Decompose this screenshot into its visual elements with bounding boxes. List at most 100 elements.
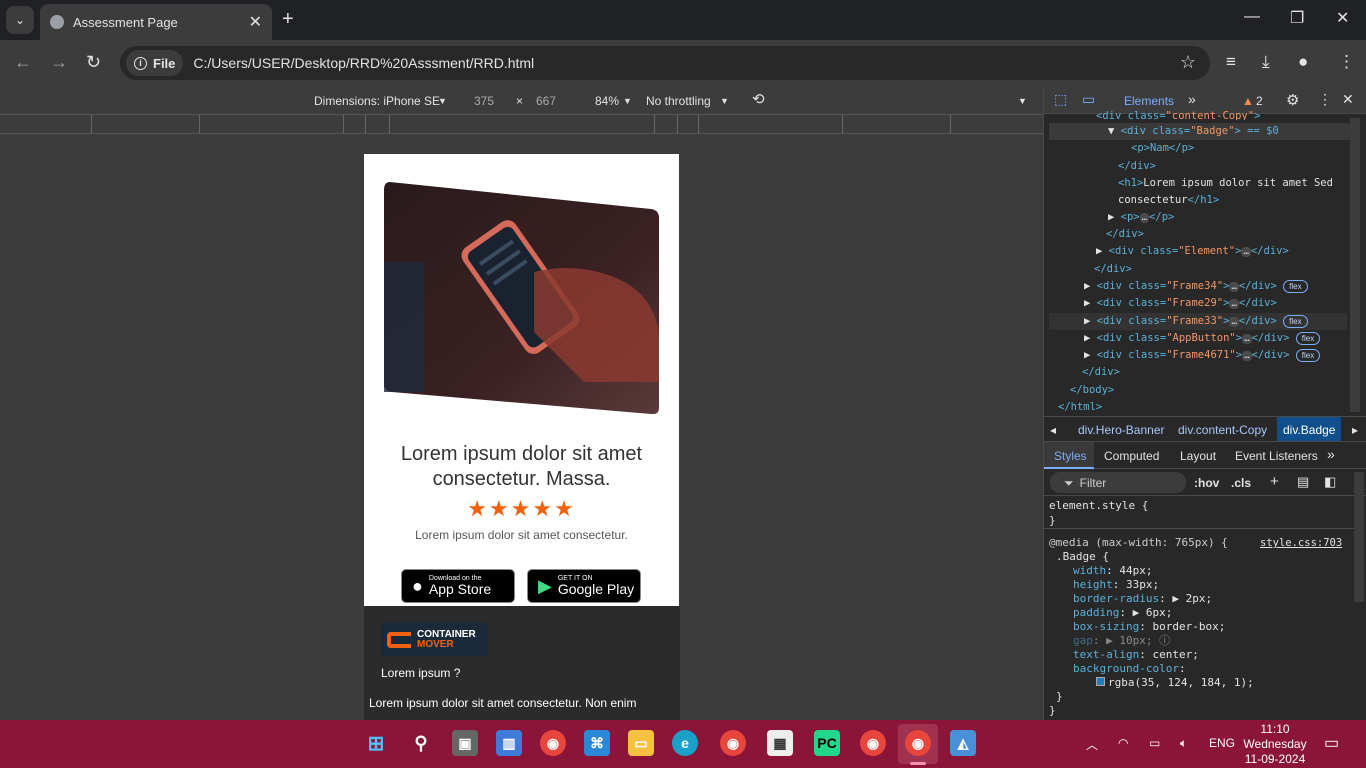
dom-line[interactable]: consectetur</h1> <box>1118 192 1219 209</box>
dom-line-frame34[interactable]: ▶ <div class="Frame34">… </div> flex <box>1084 278 1308 295</box>
minimize-button[interactable]: — <box>1244 8 1260 26</box>
hov-toggle[interactable]: :hov <box>1194 476 1219 490</box>
chrome-icon[interactable]: ◉ <box>540 730 566 756</box>
flex-badge[interactable]: flex <box>1295 349 1321 362</box>
new-rule-icon[interactable]: + <box>1270 473 1279 490</box>
volume-icon[interactable]: 🔈︎ <box>1180 736 1187 751</box>
width-input[interactable]: 375 <box>474 94 494 108</box>
start-windows-icon[interactable]: ⊞ <box>363 730 389 756</box>
chrome-profile-icon[interactable]: ◉ <box>720 730 746 756</box>
dom-line-frame29[interactable]: ▶ <div class="Frame29">… </div> <box>1084 295 1277 312</box>
browser-tab[interactable]: Assessment Page ✕ <box>40 4 272 40</box>
dom-line-appbutton[interactable]: ▶ <div class="AppButton">… </div> flex <box>1084 330 1321 347</box>
dom-line[interactable]: </div> <box>1106 226 1144 243</box>
chrome-profile2-icon[interactable]: ◉ <box>860 730 886 756</box>
dom-line-frame33[interactable]: ▶ <div class="Frame33">… </div> flex <box>1084 313 1308 330</box>
dimensions-dropdown-icon[interactable]: ▼ <box>438 96 447 106</box>
rotate-icon[interactable]: ⟲ <box>752 90 765 108</box>
dom-line[interactable]: </div> <box>1094 261 1132 278</box>
menu-kebab-icon[interactable]: ⋮ <box>1338 52 1355 72</box>
paint-icon[interactable]: ▤ <box>1297 474 1309 490</box>
inspect-element-icon[interactable]: ⬚ <box>1054 91 1067 108</box>
tab-styles[interactable]: Styles <box>1054 449 1087 463</box>
dom-line[interactable]: <h1>Lorem ipsum dolor sit amet Sed <box>1118 175 1333 192</box>
pycharm-icon[interactable]: PC <box>814 730 840 756</box>
profile-icon[interactable]: ● <box>1298 52 1308 72</box>
flex-badge[interactable]: flex <box>1295 332 1321 345</box>
more-style-tabs-icon[interactable]: » <box>1327 446 1335 462</box>
search-icon[interactable]: ⚲ <box>408 730 434 756</box>
close-tab-icon[interactable]: ✕ <box>249 12 262 32</box>
tab-elements[interactable]: Elements <box>1124 94 1174 108</box>
breadcrumb-item[interactable]: div.content-Copy <box>1178 423 1267 437</box>
source-link[interactable]: style.css:703 <box>1260 536 1342 550</box>
devtools-menu-icon[interactable]: ⋮ <box>1318 91 1332 108</box>
widgets-icon[interactable]: ▥ <box>496 730 522 756</box>
badge-selector[interactable]: .Badge { <box>1056 550 1109 564</box>
flex-badge[interactable]: flex <box>1283 315 1308 328</box>
site-info-chip[interactable]: i File <box>126 50 184 76</box>
google-play-button[interactable]: ▶ GET IT ON Google Play <box>527 569 641 603</box>
dimensions-select[interactable]: Dimensions: iPhone SE <box>314 94 440 108</box>
dom-line[interactable]: </html> <box>1058 399 1102 416</box>
back-icon[interactable]: ← <box>14 52 32 73</box>
app-store-button[interactable]: ● Download on the App Store <box>401 569 515 603</box>
throttling-dropdown-icon[interactable]: ▼ <box>720 96 729 106</box>
media-controls-icon[interactable]: ≡ <box>1226 52 1236 72</box>
tab-search-button[interactable]: ⌄ <box>6 6 34 34</box>
color-swatch[interactable] <box>1096 677 1105 686</box>
styles-scrollbar[interactable] <box>1354 472 1364 602</box>
address-bar[interactable]: i File C:/Users/USER/Desktop/RRD%20Asssm… <box>120 46 1210 80</box>
device-options-icon[interactable]: ▼ <box>1018 96 1027 106</box>
element-style-rule[interactable]: element.style { <box>1049 499 1148 513</box>
vscode-icon[interactable]: ⌘ <box>584 730 610 756</box>
download-icon[interactable]: ⤓ <box>1262 52 1270 72</box>
dom-line[interactable]: </div> <box>1082 364 1120 381</box>
wifi-icon[interactable]: ◠ <box>1118 736 1128 750</box>
height-input[interactable]: 667 <box>536 94 556 108</box>
close-devtools-icon[interactable]: ✕ <box>1342 91 1354 108</box>
dom-line[interactable]: </div> <box>1118 158 1156 175</box>
photos-icon[interactable]: ◭ <box>950 730 976 756</box>
cls-toggle[interactable]: .cls <box>1231 476 1251 490</box>
reload-icon[interactable]: ↻ <box>86 52 101 73</box>
breadcrumb-left-arrow[interactable]: ◂ <box>1050 423 1056 437</box>
dom-line[interactable]: <div class="content-Copy"> <box>1096 108 1260 120</box>
bookmark-star-icon[interactable]: ☆ <box>1180 52 1196 73</box>
tab-event-listeners[interactable]: Event Listeners <box>1235 449 1318 463</box>
flex-badge[interactable]: flex <box>1283 280 1308 293</box>
dom-scrollbar[interactable] <box>1350 118 1360 412</box>
styles-filter-input[interactable]: ⏷ Filter <box>1050 472 1186 493</box>
task-view-icon[interactable]: ▣ <box>452 730 478 756</box>
battery-icon[interactable]: ▭ <box>1149 736 1160 750</box>
zoom-dropdown-icon[interactable]: ▼ <box>623 96 632 106</box>
zoom-select[interactable]: 84% <box>595 94 619 108</box>
tray-chevron-icon[interactable]: ︿ <box>1086 736 1098 753</box>
forward-icon[interactable]: → <box>50 52 68 73</box>
dom-line[interactable]: </body> <box>1070 382 1114 399</box>
breadcrumb-item-selected[interactable]: div.Badge <box>1277 417 1342 441</box>
dom-line-frame4671[interactable]: ▶ <div class="Frame4671">… </div> flex <box>1084 347 1321 364</box>
breadcrumb-item[interactable]: div.Hero-Banner <box>1078 423 1164 437</box>
dom-line[interactable]: ▶ <p>… </p> <box>1108 209 1174 226</box>
edge-icon[interactable]: e <box>672 730 698 756</box>
notification-icon[interactable]: ▭ <box>1324 733 1339 753</box>
sidebar-toggle-icon[interactable]: ◧ <box>1324 474 1336 490</box>
store-icon[interactable]: ▦ <box>767 730 793 756</box>
throttling-select[interactable]: No throttling <box>646 94 711 108</box>
tab-computed[interactable]: Computed <box>1104 449 1159 463</box>
tab-layout[interactable]: Layout <box>1180 449 1216 463</box>
dom-line-element[interactable]: ▶ <div class="Element">… </div> <box>1096 243 1289 260</box>
clock[interactable]: 11:10 Wednesday 11-09-2024 <box>1240 722 1310 767</box>
new-tab-button[interactable]: + <box>282 8 294 31</box>
url-text[interactable]: C:/Users/USER/Desktop/RRD%20Asssment/RRD… <box>193 55 534 71</box>
close-window-button[interactable]: ✕ <box>1336 8 1349 28</box>
restore-button[interactable]: ❐ <box>1290 8 1304 28</box>
chrome-active-icon[interactable]: ◉ <box>905 730 931 756</box>
device-toggle-icon[interactable]: ▭ <box>1082 91 1095 108</box>
more-tabs-icon[interactable]: » <box>1188 91 1196 107</box>
dom-line[interactable]: <p>Nam</p> <box>1131 140 1194 157</box>
warning-icon[interactable]: ▲ <box>1242 94 1254 108</box>
language-indicator[interactable]: ENG <box>1209 736 1235 750</box>
file-explorer-icon[interactable]: ▭ <box>628 730 654 756</box>
